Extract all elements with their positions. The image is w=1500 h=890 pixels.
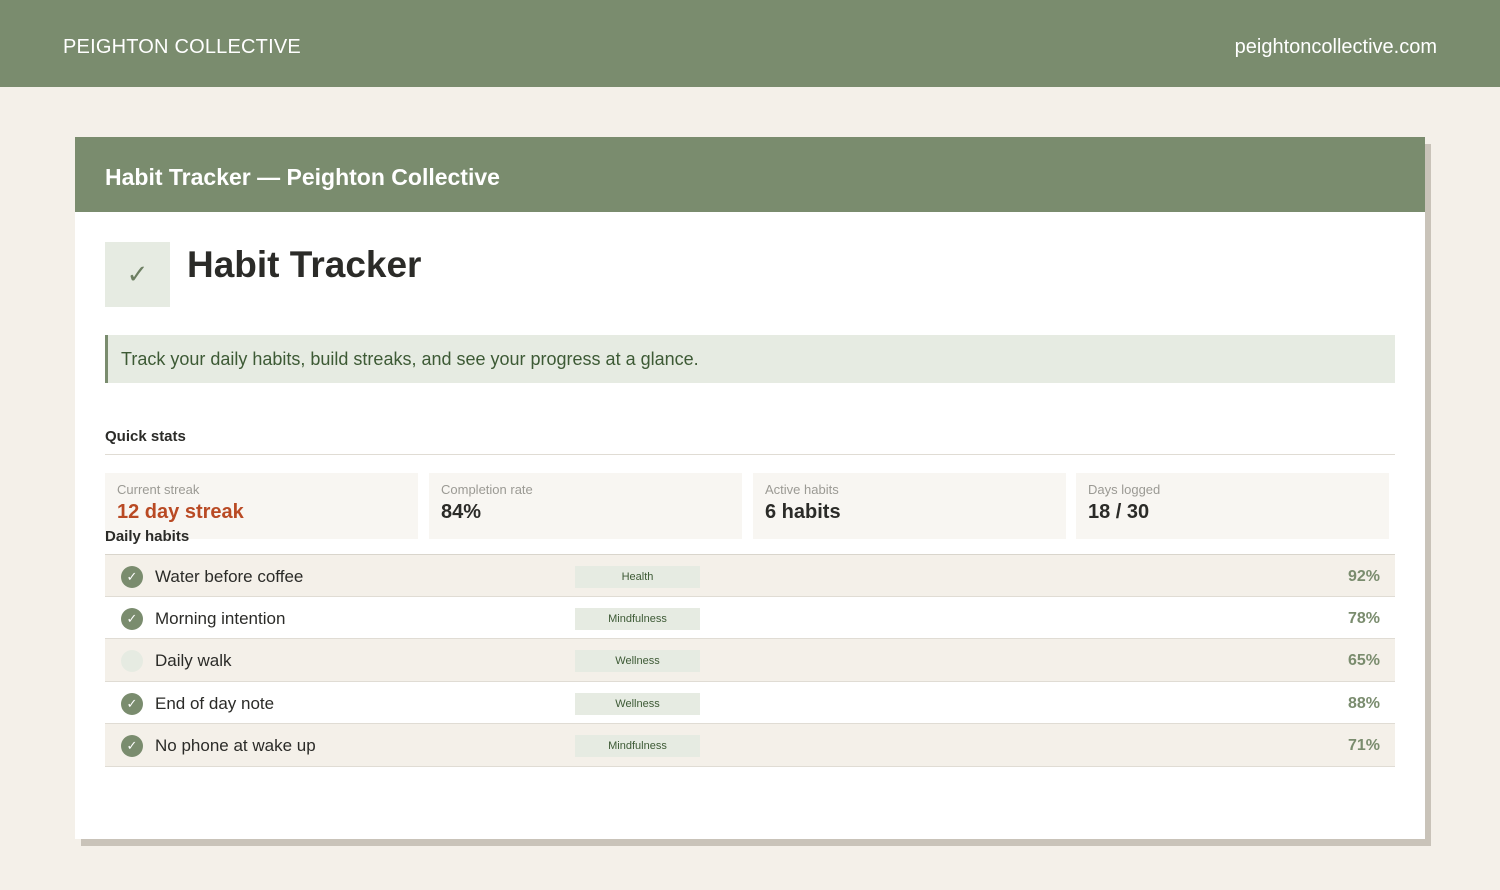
category-tag: Mindfulness: [575, 607, 700, 630]
stat-active-habits: Active habits 6 habits: [753, 473, 1066, 539]
category-tag: Wellness: [575, 692, 700, 715]
check-icon[interactable]: ✓: [121, 607, 143, 630]
completion-percent: 92%: [1347, 568, 1380, 585]
page-title: Habit Tracker: [187, 244, 422, 285]
stat-label: Current streak: [117, 482, 200, 497]
description-callout: Track your daily habits, build streaks, …: [105, 335, 1395, 383]
habit-row[interactable]: ✓ Water before coffee Health 92%: [105, 554, 1395, 597]
habit-name: Water before coffee: [155, 567, 304, 586]
habit-name: Daily walk: [155, 651, 232, 671]
check-icon[interactable]: ✓: [121, 566, 143, 588]
category-tag: Mindfulness: [575, 735, 700, 758]
habit-name: Morning intention: [155, 608, 286, 628]
top-banner: PEIGHTON COLLECTIVE peightoncollective.c…: [0, 0, 1500, 87]
divider: [105, 454, 1395, 455]
completion-percent: 88%: [1347, 694, 1380, 712]
stat-value: 6 habits: [765, 501, 841, 523]
quick-stats-heading: Quick stats: [105, 428, 186, 445]
stat-value: 18 / 30: [1088, 501, 1150, 523]
callout-text: Track your daily habits, build streaks, …: [121, 349, 699, 369]
stat-label: Completion rate: [441, 482, 533, 497]
stat-days-logged: Days logged 18 / 30: [1076, 473, 1389, 539]
completion-percent: 65%: [1347, 652, 1380, 670]
stat-value: 12 day streak: [117, 501, 244, 523]
check-icon[interactable]: ✓: [121, 692, 143, 715]
category-tag: Wellness: [575, 650, 700, 673]
check-icon[interactable]: ✓: [121, 735, 143, 758]
stat-completion-rate: Completion rate 84%: [429, 473, 742, 539]
check-icon: ✓: [105, 242, 170, 307]
stat-value: 84%: [441, 501, 482, 523]
category-tag: Health: [575, 566, 700, 588]
card-header-title: Habit Tracker — Peighton Collective: [105, 164, 500, 190]
completion-percent: 78%: [1347, 609, 1380, 627]
daily-habits-heading: Daily habits: [105, 528, 190, 545]
stat-label: Days logged: [1088, 482, 1161, 497]
stat-label: Active habits: [765, 482, 839, 497]
site-link[interactable]: peightoncollective.com: [1235, 36, 1437, 59]
brand-name: PEIGHTON COLLECTIVE: [63, 36, 301, 58]
habit-name: End of day note: [155, 693, 275, 713]
habit-name: No phone at wake up: [155, 736, 316, 756]
habit-row[interactable]: ✓ End of day note Wellness 88%: [105, 681, 1395, 725]
completion-percent: 71%: [1347, 737, 1380, 755]
habit-row[interactable]: Daily walk Wellness 65%: [105, 639, 1395, 682]
card-header: Habit Tracker — Peighton Collective: [75, 137, 1425, 212]
habit-list: ✓ Water before coffee Health 92% ✓ Morni…: [105, 554, 1395, 767]
habit-row[interactable]: ✓ Morning intention Mindfulness 78%: [105, 596, 1395, 640]
habit-row[interactable]: ✓ No phone at wake up Mindfulness 71%: [105, 724, 1395, 767]
habit-tracker-card: Habit Tracker — Peighton Collective ✓ Ha…: [75, 137, 1425, 839]
unchecked-circle-icon[interactable]: [121, 650, 143, 673]
